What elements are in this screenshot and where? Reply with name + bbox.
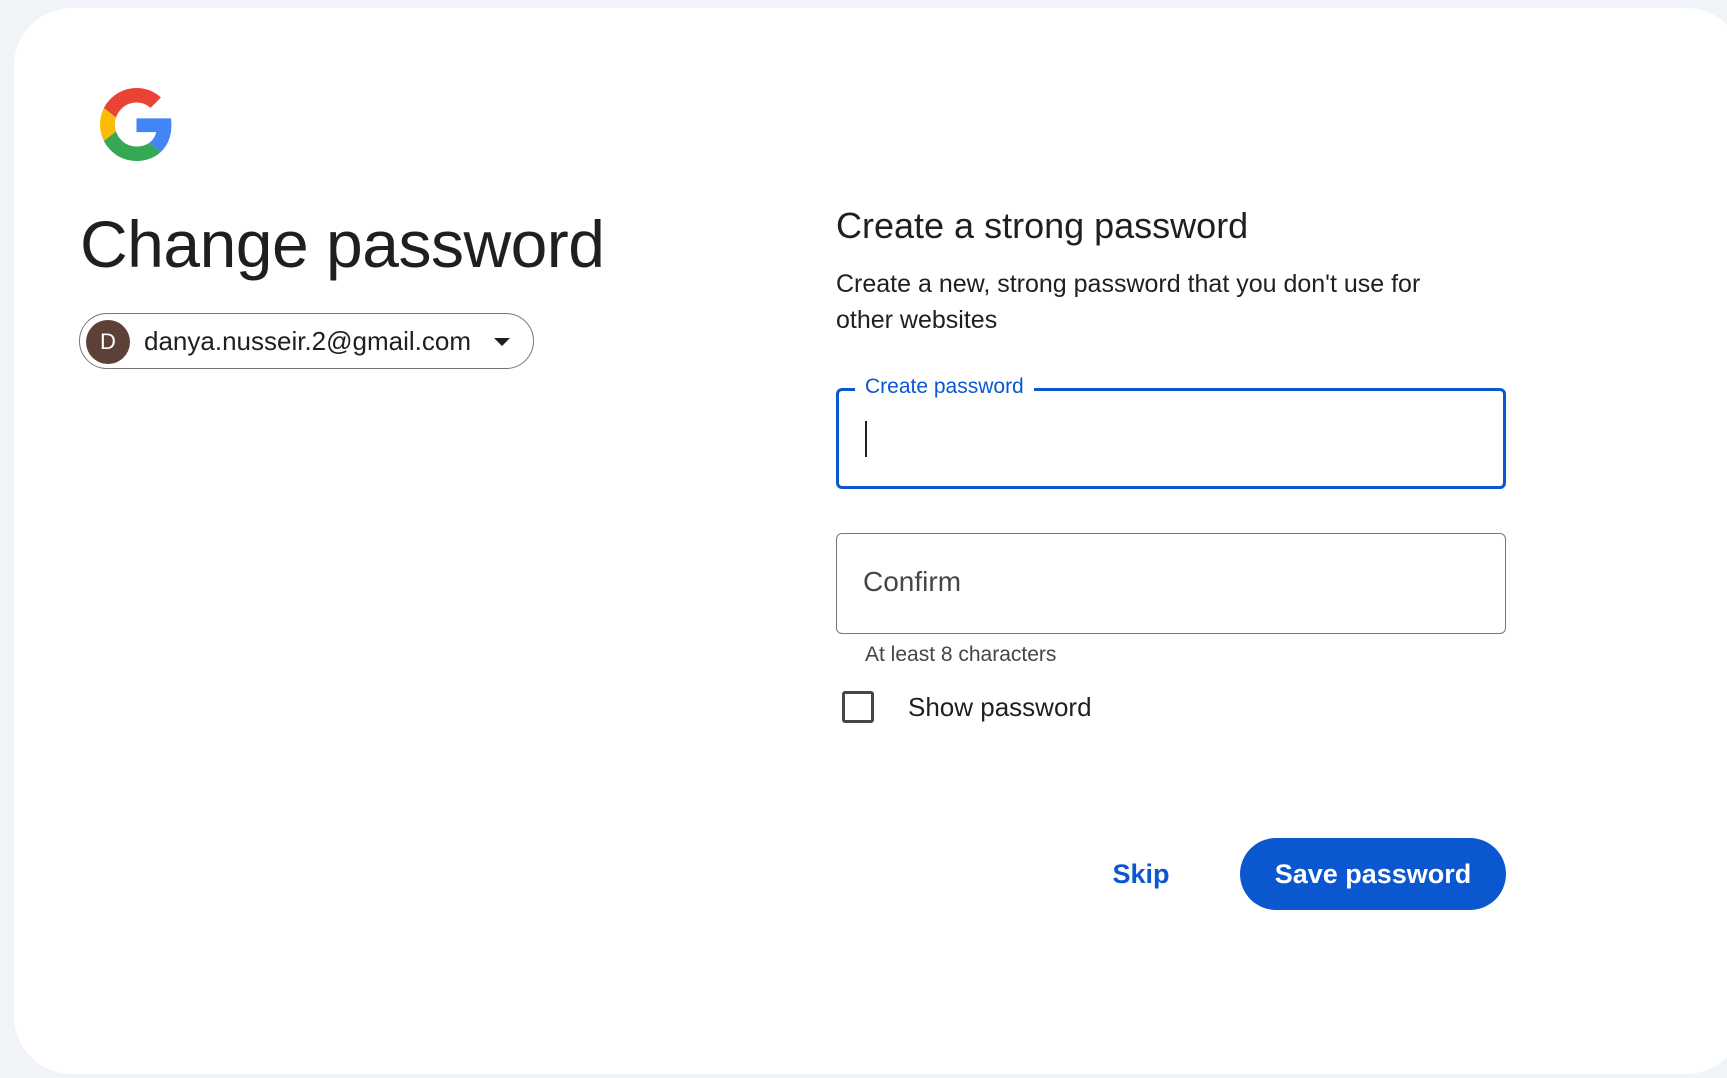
show-password-label[interactable]: Show password bbox=[908, 692, 1092, 723]
section-description: Create a new, strong password that you d… bbox=[836, 270, 1421, 334]
account-email: danya.nusseir.2@gmail.com bbox=[144, 326, 471, 356]
section-heading: Create a strong password bbox=[836, 205, 1249, 246]
create-password-field[interactable]: Create password bbox=[836, 375, 1506, 489]
password-hint: At least 8 characters bbox=[865, 643, 1057, 666]
chevron-down-icon bbox=[494, 338, 510, 346]
create-password-input[interactable] bbox=[865, 413, 1475, 465]
avatar: D bbox=[86, 320, 130, 364]
account-switcher[interactable]: D danya.nusseir.2@gmail.com bbox=[79, 313, 534, 369]
page-title: Change password bbox=[80, 207, 605, 281]
show-password-checkbox[interactable] bbox=[842, 691, 874, 723]
skip-button[interactable]: Skip bbox=[1088, 838, 1194, 910]
change-password-card: Change password D danya.nusseir.2@gmail.… bbox=[14, 8, 1727, 1074]
confirm-password-field[interactable] bbox=[836, 533, 1506, 634]
save-password-button[interactable]: Save password bbox=[1240, 838, 1506, 910]
google-logo-icon bbox=[100, 88, 172, 161]
confirm-password-input[interactable] bbox=[863, 556, 1473, 608]
create-password-label: Create password bbox=[855, 375, 1034, 399]
